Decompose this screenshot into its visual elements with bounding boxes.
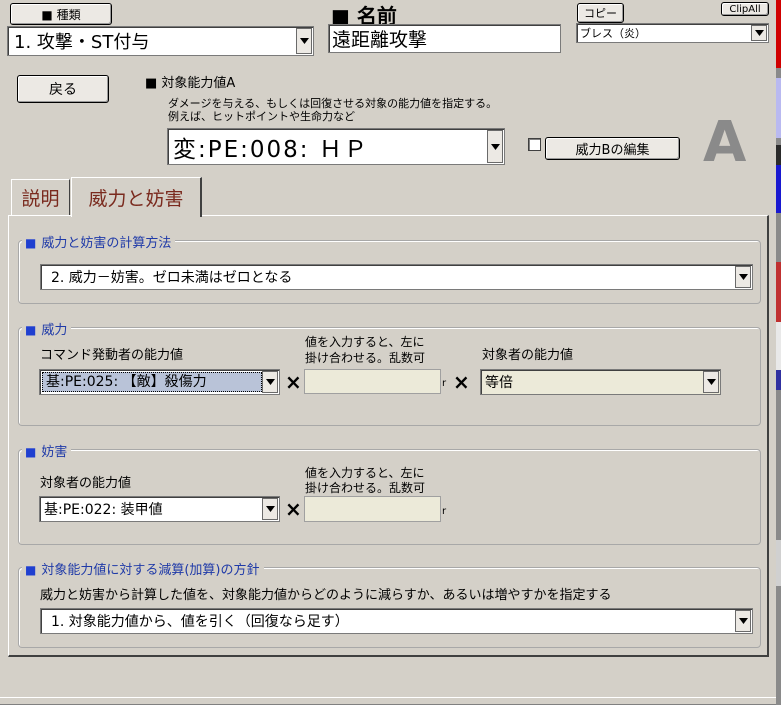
defense-target-label: 対象者の能力値 <box>40 476 132 491</box>
times-symbol: × <box>453 370 470 394</box>
type-combo-value: 1. 攻撃・ST付与 <box>14 32 150 53</box>
target-a-combo-value: 変:PE:008: ＨＰ <box>173 136 369 163</box>
target-a-heading: ■ 対象能力値A <box>145 76 236 91</box>
defense-target-combo[interactable]: 基:PE:022: 装甲値 <box>39 496 280 522</box>
policy-combo-value: 1. 対象能力値から、値を引く（回復なら足す） <box>51 614 349 630</box>
policy-desc: 威力と妨害から計算した値を、対象能力値からどのように減らすか、あるいは増やすかを… <box>40 588 612 603</box>
bullet-icon: ■ <box>25 236 37 250</box>
edit-b-checkbox[interactable] <box>528 138 541 151</box>
chevron-down-icon[interactable] <box>487 130 503 163</box>
power-title: ■ 威力 <box>22 319 72 338</box>
calc-method-title: ■ 威力と妨害の計算方法 <box>22 232 176 251</box>
type-combo[interactable]: 1. 攻撃・ST付与 <box>7 26 314 56</box>
times-symbol: × <box>285 497 302 521</box>
power-target-label: 対象者の能力値 <box>482 348 574 363</box>
tab-power-and-defense-label: 威力と妨害 <box>88 188 184 210</box>
power-input-note-line1: 値を入力すると、左に <box>305 335 425 349</box>
power-target-combo[interactable]: 等倍 <box>480 369 721 395</box>
chevron-down-icon[interactable] <box>703 371 719 393</box>
target-a-big-letter: A <box>703 110 747 175</box>
power-input-note-line2: 掛け合わせる。乱数可 <box>305 351 426 365</box>
bullet-icon: ■ <box>25 445 37 459</box>
defense-title: ■ 妨害 <box>22 441 72 460</box>
defense-title-text: 妨害 <box>41 445 68 460</box>
policy-title-text: 対象能力値に対する減算(加算)の方針 <box>41 563 260 578</box>
calc-method-combo[interactable]: 2. 威力－妨害。ゼロ未満はゼロとなる <box>40 264 753 290</box>
policy-title: ■ 対象能力値に対する減算(加算)の方針 <box>22 559 264 578</box>
power-caster-label: コマンド発動者の能力値 <box>40 348 184 363</box>
type-button[interactable]: ■ 種類 <box>10 3 112 25</box>
back-button[interactable]: 戻る <box>17 75 109 103</box>
bullet-icon: ■ <box>25 323 37 337</box>
target-a-combo[interactable]: 変:PE:008: ＨＰ <box>167 128 505 165</box>
defense-random-mark: r <box>442 506 447 517</box>
target-a-desc-line2: 例えば、ヒットポイントや生命力など <box>168 110 355 123</box>
name-value: 遠距離攻撃 <box>332 29 428 51</box>
copy-button[interactable]: コピー <box>577 3 624 23</box>
power-multiplier-input[interactable] <box>304 369 441 394</box>
name-field[interactable]: 遠距離攻撃 <box>328 24 561 53</box>
tab-power-and-defense[interactable]: 威力と妨害 <box>71 177 202 217</box>
times-symbol: × <box>285 370 302 394</box>
power-random-mark: r <box>442 378 447 389</box>
defense-target-combo-value: 基:PE:022: 装甲値 <box>44 502 163 518</box>
power-target-combo-value: 等倍 <box>485 375 513 391</box>
chevron-down-icon[interactable] <box>751 25 767 41</box>
chevron-down-icon[interactable] <box>296 28 312 54</box>
calc-method-combo-value: 2. 威力－妨害。ゼロ未満はゼロとなる <box>51 270 293 286</box>
template-combo-value: ブレス（炎） <box>580 27 646 40</box>
chevron-down-icon[interactable] <box>735 266 751 288</box>
tab-description-label: 説明 <box>21 188 60 210</box>
chevron-down-icon[interactable] <box>262 498 278 520</box>
tab-description[interactable]: 説明 <box>11 179 70 215</box>
power-caster-combo-value: 基:PE:025: 【敵】殺傷力 <box>42 372 262 392</box>
bullet-icon: ■ <box>25 563 37 577</box>
edit-b-button[interactable]: 威力Bの編集 <box>545 137 680 160</box>
power-caster-combo[interactable]: 基:PE:025: 【敵】殺傷力 <box>39 369 280 395</box>
defense-input-note-line2: 掛け合わせる。乱数可 <box>305 481 426 495</box>
template-combo[interactable]: ブレス（炎） <box>576 23 769 43</box>
power-title-text: 威力 <box>41 323 68 338</box>
chevron-down-icon[interactable] <box>735 610 751 632</box>
bottom-scrollbar[interactable] <box>0 697 776 705</box>
calc-method-title-text: 威力と妨害の計算方法 <box>41 236 172 251</box>
policy-combo[interactable]: 1. 対象能力値から、値を引く（回復なら足す） <box>40 608 753 634</box>
defense-multiplier-input[interactable] <box>304 496 441 522</box>
chevron-down-icon[interactable] <box>262 371 278 393</box>
clipall-button[interactable]: ClipAll <box>721 2 769 16</box>
right-edge-strip <box>776 0 781 705</box>
